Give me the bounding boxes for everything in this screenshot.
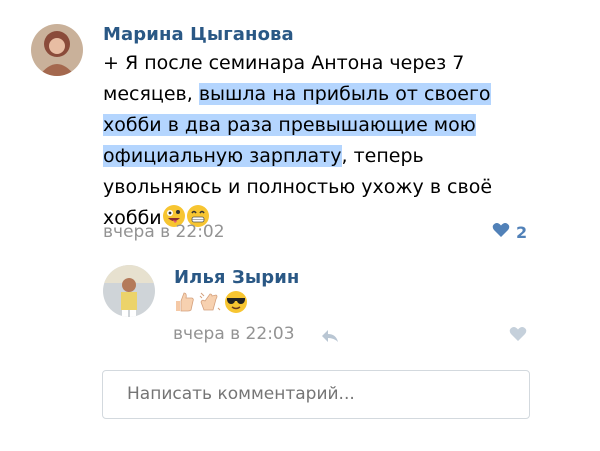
comment-text-line: официальную зарплату, теперь <box>103 145 424 167</box>
like-button[interactable]: 2 <box>492 222 528 242</box>
comment-text: + Я после семинара Антона через 7 месяце… <box>103 48 503 238</box>
comment-text-line: хобби в два раза превышающие мою <box>103 114 476 136</box>
thumbs-up-emoji-icon <box>172 290 196 318</box>
comment-text-line: + Я после семинара Антона через 7 <box>103 52 465 74</box>
comment-timestamp[interactable]: вчера в 22:02 <box>103 222 225 242</box>
comment-input[interactable]: Написать комментарий... <box>102 370 530 419</box>
avatar[interactable] <box>103 265 155 317</box>
reply-text <box>172 291 248 317</box>
sunglasses-face-emoji-icon <box>224 290 248 318</box>
comment-author[interactable]: Марина Цыганова <box>103 24 294 45</box>
avatar[interactable] <box>31 24 83 76</box>
clapping-hands-emoji-icon <box>198 290 222 318</box>
like-count: 2 <box>516 222 528 242</box>
heart-icon[interactable] <box>509 326 527 346</box>
reply-timestamp[interactable]: вчера в 22:03 <box>173 324 295 344</box>
comment-text-line: увольняюсь и полностью ухожу в своё <box>103 176 493 198</box>
reply-arrow-icon[interactable] <box>321 328 339 347</box>
avatar-photo <box>31 24 83 76</box>
avatar-photo <box>103 265 155 317</box>
reply-author[interactable]: Илья Зырин <box>174 267 299 288</box>
heart-icon <box>492 222 510 242</box>
comment-text-line: месяцев, вышла на прибыль от своего <box>103 83 491 105</box>
